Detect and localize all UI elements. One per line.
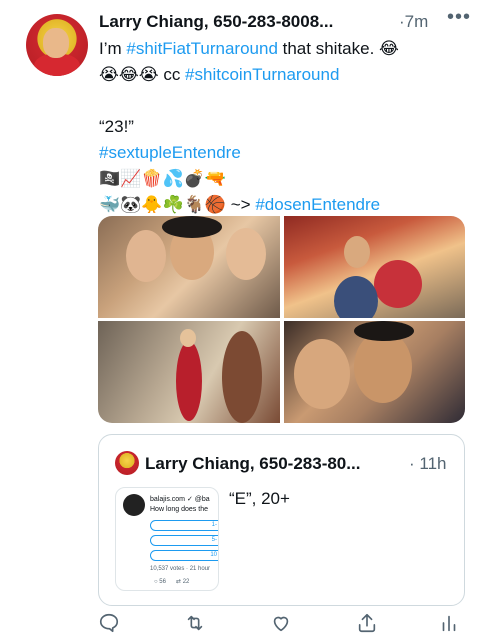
poll-option: 10 — [150, 550, 218, 561]
tweet-line-emojis-2: 🐳🐼🐥☘️🐐🏀 ~> #dosenEntendre — [99, 195, 381, 215]
photo-plush — [374, 260, 422, 308]
poll-votes: 10,537 votes · 21 hour — [150, 566, 211, 572]
emoji-laughing: 😂 — [379, 39, 399, 59]
photo-4[interactable] — [284, 321, 465, 423]
embed-question: How long does the — [150, 506, 208, 513]
hashtag-shitcointurnaround[interactable]: #shitcoinTurnaround — [185, 65, 339, 84]
author-avatar[interactable] — [26, 14, 88, 76]
tweet-text: I’m #shitFiatTurnaround that shitake. 😂 … — [99, 36, 469, 218]
hashtag-shitfiatturnaround[interactable]: #shitFiatTurnaround — [126, 39, 278, 58]
more-options-icon[interactable]: ••• — [447, 6, 471, 29]
photo-face — [180, 329, 196, 347]
embed-handle: balajis.com ✓ @ba — [150, 496, 210, 503]
like-button[interactable] — [270, 612, 296, 638]
reply-button[interactable] — [98, 612, 124, 638]
tweet-line-1: I’m #shitFiatTurnaround that shitake. 😂 — [99, 39, 399, 59]
tweet-line-hashtag: #sextupleEntendre — [99, 140, 469, 166]
retweet-count: 22 — [182, 579, 190, 585]
media-grid — [98, 216, 465, 423]
tweet-line-emojis-1: 🏴‍☠️📈🍿💦💣🔫 — [99, 166, 469, 192]
emoji-row-2: 🐳🐼🐥☘️🐐🏀 — [99, 195, 227, 215]
quoted-timestamp: · 11h — [409, 454, 447, 473]
quoted-tweet[interactable]: Larry Chiang, 650-283-80... · 11h balaji… — [98, 434, 465, 606]
action-bar — [98, 612, 468, 638]
avatar-face — [43, 28, 69, 58]
poll-option: 5- — [150, 535, 218, 546]
photo-2[interactable] — [284, 216, 465, 318]
photo-shirt — [334, 276, 378, 318]
embed-actions: ○ 56 ⇄ 22 — [154, 578, 189, 585]
embed-avatar — [123, 494, 145, 516]
quoted-author-avatar — [115, 451, 139, 475]
retweet-button[interactable] — [184, 612, 210, 638]
tweet-line-quote: “23!” — [99, 117, 134, 136]
hashtag-sextupleentendre[interactable]: #sextupleEntendre — [99, 143, 241, 162]
tweet-header: Larry Chiang, 650-283-8008... ·7m ••• — [99, 6, 471, 34]
quoted-author-name: Larry Chiang, 650-283-80... — [145, 454, 361, 473]
heart-icon — [273, 616, 289, 632]
emoji-row-1: 🏴‍☠️📈🍿💦💣🔫 — [99, 169, 227, 189]
author-name[interactable]: Larry Chiang, 650-283-8008... — [99, 12, 333, 32]
photo-face — [126, 230, 166, 282]
photo-3[interactable] — [98, 321, 280, 423]
reply-count: 56 — [159, 579, 166, 585]
emoji-group: 😭😂😭 — [99, 65, 159, 85]
photo-1[interactable] — [98, 216, 280, 318]
retweet-icon: ⇄ — [167, 579, 183, 585]
quoted-media-thumbnail[interactable]: balajis.com ✓ @ba How long does the 1- 5… — [115, 487, 219, 591]
retweet-icon — [187, 615, 203, 631]
analytics-icon — [442, 615, 456, 632]
poll-option: 1- — [150, 520, 218, 531]
photo-face — [294, 339, 350, 409]
quoted-text: “E”, 20+ — [229, 489, 290, 508]
photo-face — [354, 331, 412, 403]
tweet-line-2: 😭😂😭 cc #shitcoinTurnaround — [99, 65, 340, 85]
share-button[interactable] — [356, 612, 382, 638]
photo-face — [344, 236, 370, 268]
share-icon — [358, 613, 376, 633]
photo-hair — [162, 216, 222, 238]
photo-face — [226, 228, 266, 280]
photo-dress — [176, 341, 202, 421]
photo-door — [222, 331, 262, 423]
photo-hair — [354, 321, 414, 341]
tweet-timestamp[interactable]: ·7m — [399, 12, 428, 32]
hashtag-dosenentendre[interactable]: #dosenEntendre — [255, 195, 380, 214]
analytics-button[interactable] — [438, 612, 464, 638]
reply-icon — [99, 613, 119, 633]
